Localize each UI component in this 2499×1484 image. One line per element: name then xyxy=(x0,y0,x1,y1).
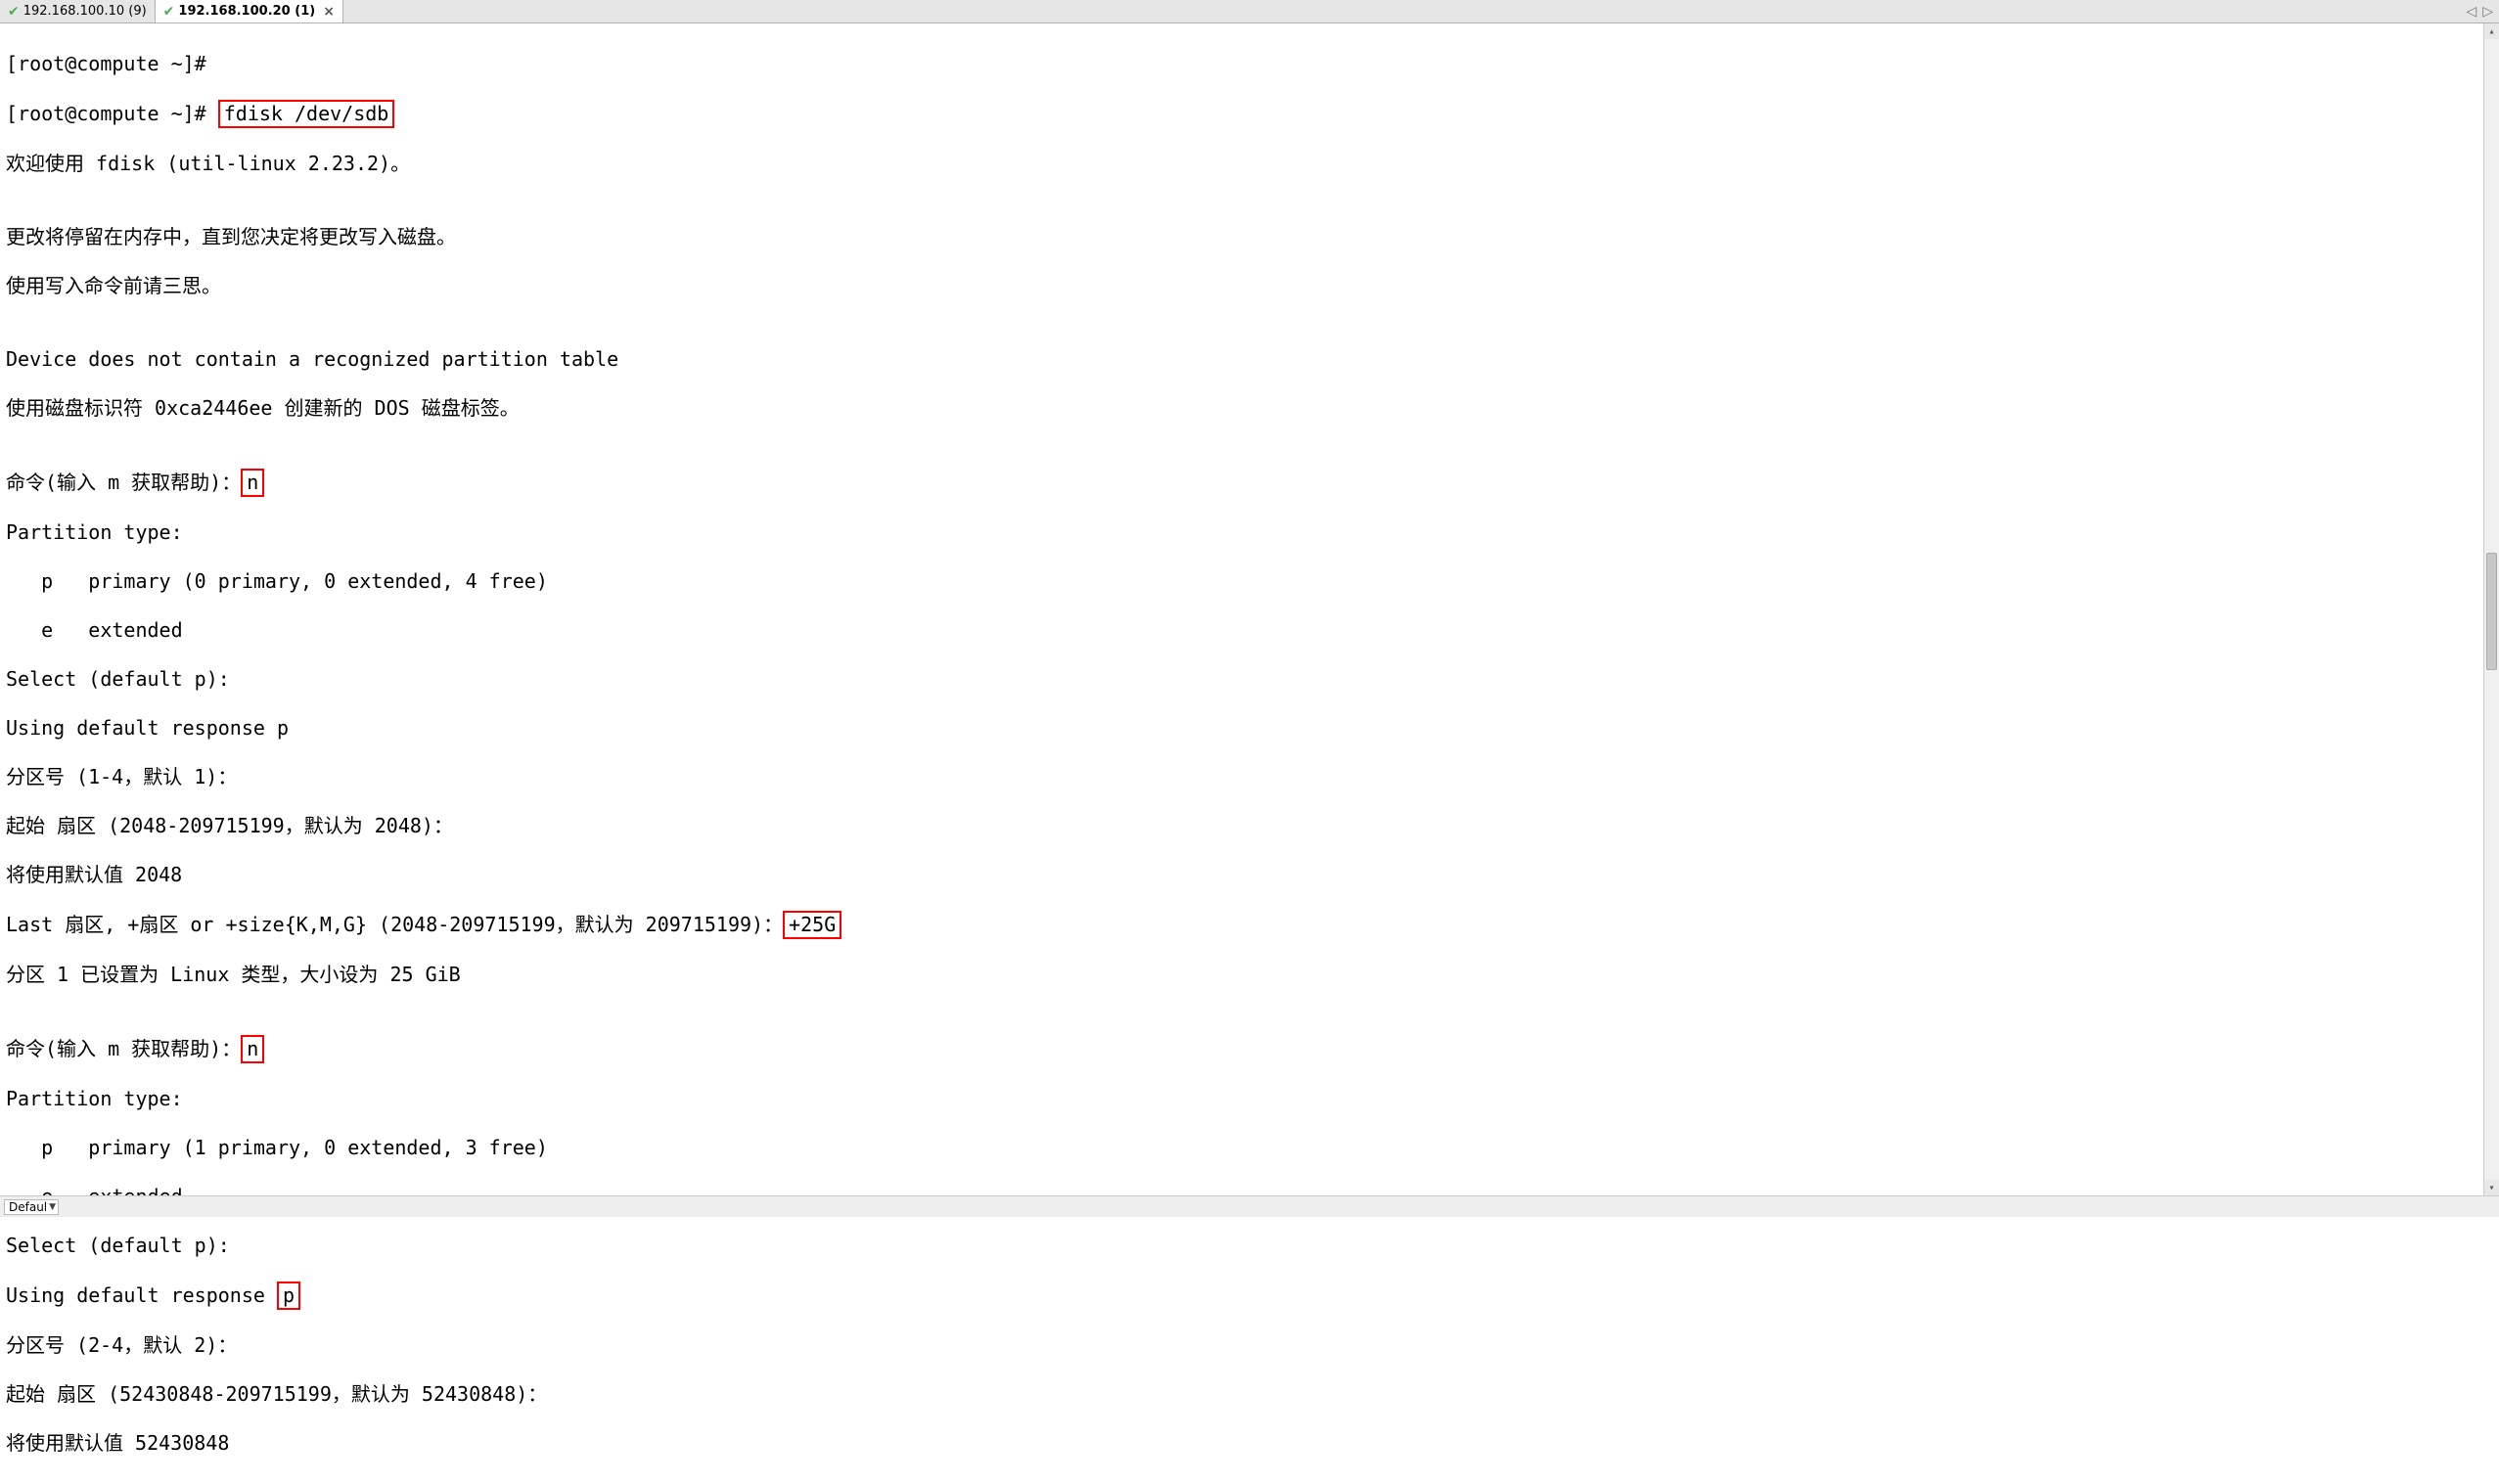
tab-prev-icon[interactable]: ◁ xyxy=(2464,4,2478,20)
terminal-line: e extended xyxy=(6,618,2493,643)
terminal-line: p primary (1 primary, 0 extended, 3 free… xyxy=(6,1136,2493,1160)
tab-label: 192.168.100.10 (9) xyxy=(23,4,147,19)
profile-select[interactable]: Defaul ▼ xyxy=(4,1199,59,1215)
terminal-line: Device does not contain a recognized par… xyxy=(6,347,2493,372)
scrollbar[interactable]: ▴ ▾ xyxy=(2483,23,2499,1195)
tab-next-icon[interactable]: ▷ xyxy=(2480,4,2495,20)
terminal-line: [root@compute ~]# fdisk /dev/sdb xyxy=(6,101,2493,127)
terminal-line: 使用写入命令前请三思。 xyxy=(6,274,2493,298)
scroll-thumb[interactable] xyxy=(2486,553,2497,670)
prompt-text: Using default response xyxy=(6,1283,277,1307)
terminal-line: 起始 扇区 (2048-209715199，默认为 2048)： xyxy=(6,814,2493,838)
terminal-line: 将使用默认值 2048 xyxy=(6,863,2493,887)
highlight-input: p xyxy=(277,1282,300,1310)
status-bar: Defaul ▼ xyxy=(0,1195,2499,1217)
prompt-text: Last 扇区, +扇区 or +size{K,M,G} (2048-20971… xyxy=(6,913,783,936)
profile-select-label: Defaul xyxy=(9,1200,47,1214)
highlight-input: +25G xyxy=(783,911,841,939)
highlight-command: fdisk /dev/sdb xyxy=(218,100,395,128)
prompt: [root@compute ~]# xyxy=(6,102,218,125)
terminal-line: 欢迎使用 fdisk (util-linux 2.23.2)。 xyxy=(6,152,2493,176)
scroll-up-icon[interactable]: ▴ xyxy=(2484,23,2499,39)
highlight-input: n xyxy=(241,1035,264,1063)
terminal-line: 起始 扇区 (52430848-209715199，默认为 52430848)： xyxy=(6,1382,2493,1407)
terminal-line: 命令(输入 m 获取帮助)：n xyxy=(6,1036,2493,1062)
terminal-line: 分区号 (1-4，默认 1)： xyxy=(6,765,2493,789)
tab-session-2[interactable]: ✔ 192.168.100.20 (1) × xyxy=(156,0,343,22)
highlight-input: n xyxy=(241,469,264,497)
chevron-down-icon: ▼ xyxy=(49,1202,56,1212)
check-icon: ✔ xyxy=(8,4,20,20)
prompt-text: 命令(输入 m 获取帮助)： xyxy=(6,1037,241,1060)
scroll-down-icon[interactable]: ▾ xyxy=(2484,1180,2499,1195)
tab-session-1[interactable]: ✔ 192.168.100.10 (9) xyxy=(0,0,156,22)
terminal-output[interactable]: [root@compute ~]# [root@compute ~]# fdis… xyxy=(0,23,2499,1484)
terminal-line: 分区 1 已设置为 Linux 类型，大小设为 25 GiB xyxy=(6,963,2493,987)
terminal-line: 更改将停留在内存中，直到您决定将更改写入磁盘。 xyxy=(6,225,2493,249)
prompt-text: 命令(输入 m 获取帮助)： xyxy=(6,471,241,494)
terminal-line: Select (default p): xyxy=(6,1234,2493,1258)
terminal-line: Partition type: xyxy=(6,1087,2493,1111)
tab-label: 192.168.100.20 (1) xyxy=(178,4,315,19)
tab-nav: ◁ ▷ xyxy=(2464,4,2499,20)
check-icon: ✔ xyxy=(163,4,175,20)
terminal-line: p primary (0 primary, 0 extended, 4 free… xyxy=(6,569,2493,594)
close-icon[interactable]: × xyxy=(323,4,335,20)
terminal-line: 使用磁盘标识符 0xca2446ee 创建新的 DOS 磁盘标签。 xyxy=(6,396,2493,421)
tab-bar: ✔ 192.168.100.10 (9) ✔ 192.168.100.20 (1… xyxy=(0,0,2499,23)
terminal-line: [root@compute ~]# xyxy=(6,52,2493,76)
terminal-line: 分区号 (2-4，默认 2)： xyxy=(6,1333,2493,1358)
terminal-line: Last 扇区, +扇区 or +size{K,M,G} (2048-20971… xyxy=(6,912,2493,938)
scroll-track[interactable] xyxy=(2484,39,2499,1180)
terminal-line: Partition type: xyxy=(6,520,2493,545)
terminal-line: Using default response p xyxy=(6,1282,2493,1309)
terminal-line: 将使用默认值 52430848 xyxy=(6,1431,2493,1456)
terminal-line: Select (default p): xyxy=(6,667,2493,692)
terminal-line: 命令(输入 m 获取帮助)：n xyxy=(6,470,2493,496)
terminal-line: Using default response p xyxy=(6,716,2493,741)
